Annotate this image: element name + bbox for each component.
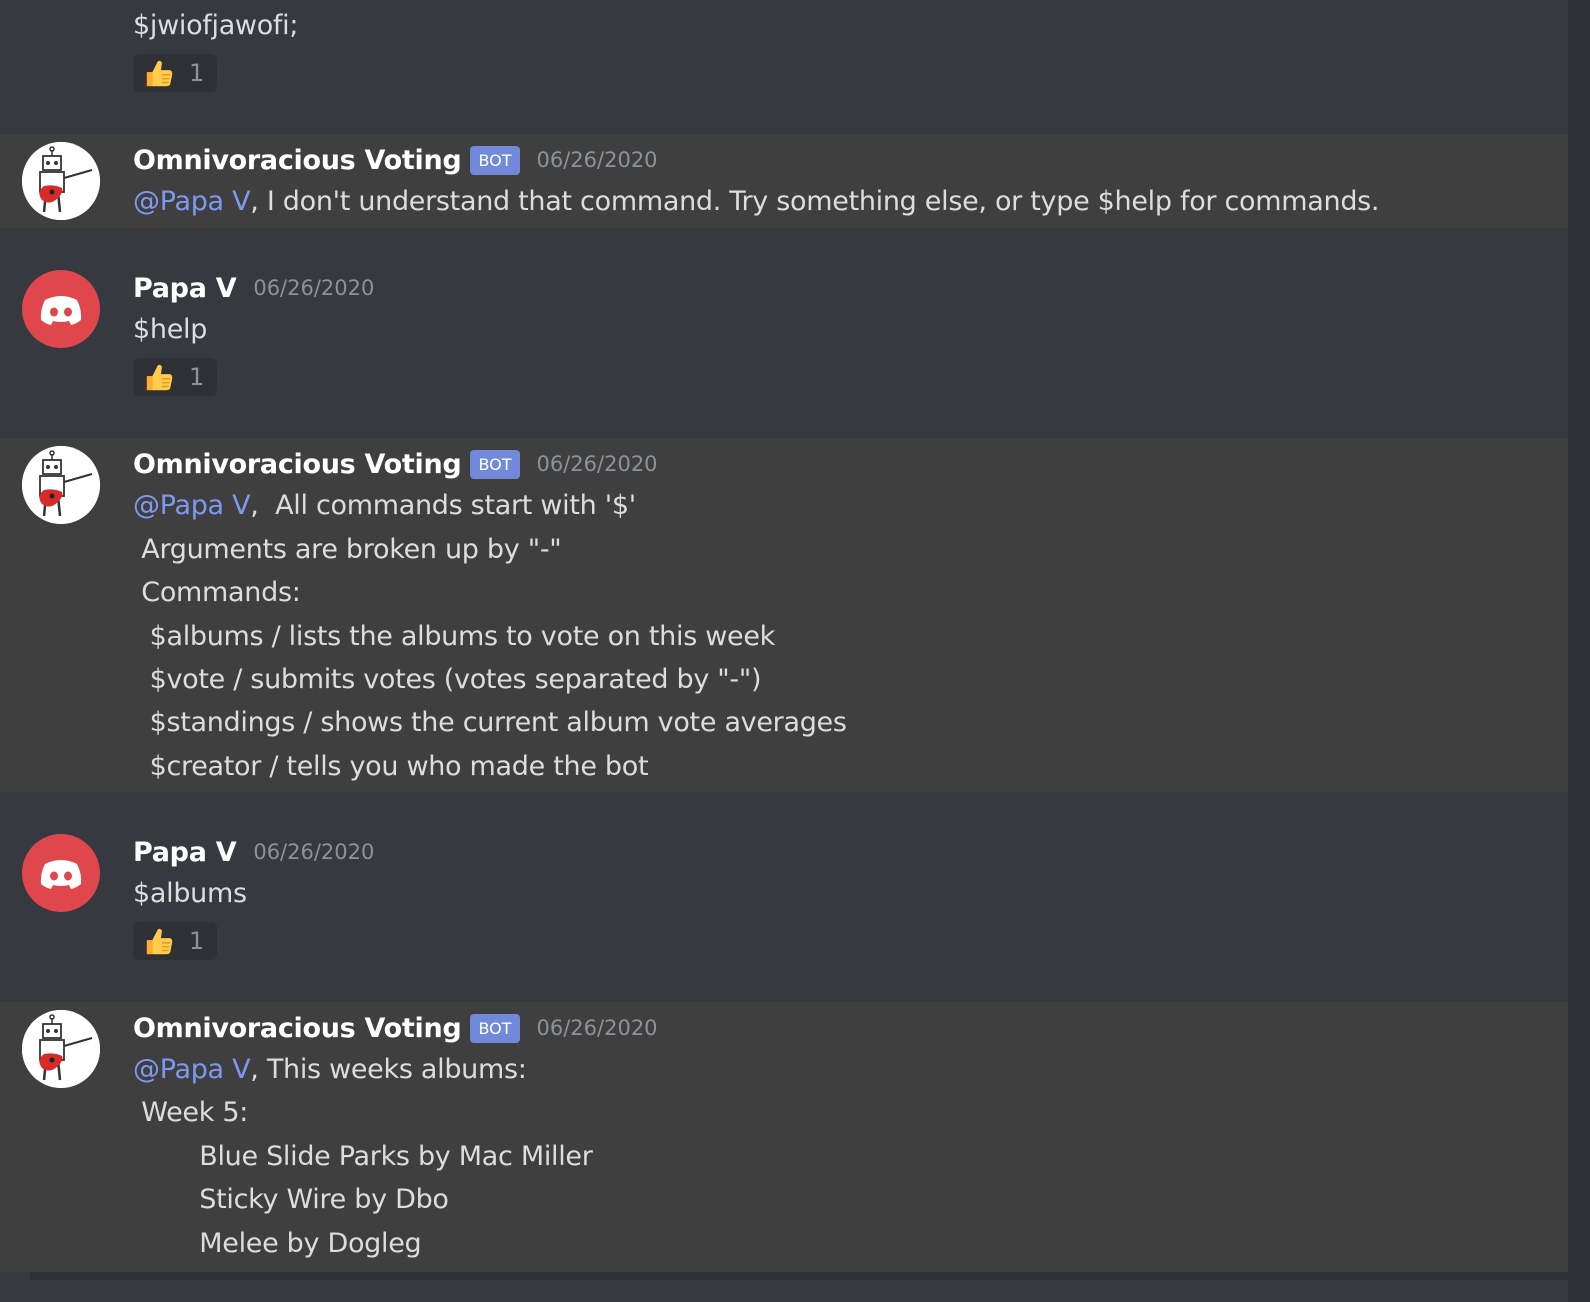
message-text: $standings / shows the current album vot… — [133, 707, 847, 738]
message-text: Melee by Dogleg — [133, 1228, 422, 1259]
thumbs-up-icon — [143, 360, 177, 394]
timestamp[interactable]: 06/26/2020 — [537, 452, 658, 476]
reaction-count: 1 — [189, 59, 205, 87]
user-mention[interactable]: @Papa V — [133, 490, 251, 521]
reaction-count: 1 — [189, 363, 205, 391]
bot-avatar[interactable] — [22, 1010, 100, 1088]
message-text: Commands: — [133, 577, 301, 608]
username[interactable]: Papa V — [133, 837, 237, 868]
message-text: Arguments are broken up by "-" — [133, 534, 562, 565]
thumbs-up-icon — [143, 56, 177, 90]
username[interactable]: Omnivoracious Voting — [133, 145, 462, 176]
scrollbar-track[interactable] — [1568, 0, 1590, 1302]
message-text: @Papa V, I don't understand that command… — [133, 184, 1380, 220]
user-message: Papa V 06/26/2020 $albums 1 — [0, 826, 1568, 966]
message-text: $help — [133, 314, 208, 345]
timestamp[interactable]: 06/26/2020 — [253, 276, 374, 300]
thumbs-up-icon — [143, 924, 177, 958]
message-input-edge — [30, 1272, 1568, 1280]
bot-message: Omnivoracious Voting BOT 06/26/2020 @Pap… — [0, 134, 1568, 228]
message-text: Sticky Wire by Dbo — [133, 1184, 449, 1215]
message-text: $vote / submits votes (votes separated b… — [133, 664, 762, 695]
robot-guitar-icon — [22, 1010, 100, 1088]
username[interactable]: Papa V — [133, 273, 237, 304]
discord-logo-icon — [40, 860, 82, 889]
reaction-thumbs-up[interactable]: 1 — [133, 922, 217, 960]
user-mention[interactable]: @Papa V — [133, 1054, 251, 1085]
message-text: $creator / tells you who made the bot — [133, 751, 649, 782]
bot-message: Omnivoracious Voting BOT 06/26/2020 @Pap… — [0, 438, 1568, 792]
discord-logo-icon — [40, 296, 82, 325]
timestamp[interactable]: 06/26/2020 — [253, 840, 374, 864]
user-avatar[interactable] — [22, 270, 100, 348]
username[interactable]: Omnivoracious Voting — [133, 1013, 462, 1044]
message-text: Week 5: — [133, 1097, 249, 1128]
reaction-thumbs-up[interactable]: 1 — [133, 358, 217, 396]
message-text: @Papa V, This weeks albums: — [133, 1052, 527, 1088]
message-text: $albums / lists the albums to vote on th… — [133, 621, 776, 652]
chat-messages: $jwiofjawofi; 1 Omnivoracious Voting BOT… — [0, 0, 1568, 1302]
message-header: Papa V 06/26/2020 — [133, 268, 374, 308]
user-mention[interactable]: @Papa V — [133, 186, 251, 217]
timestamp[interactable]: 06/26/2020 — [537, 1016, 658, 1040]
bot-tag: BOT — [470, 449, 520, 479]
bot-avatar[interactable] — [22, 142, 100, 220]
username[interactable]: Omnivoracious Voting — [133, 449, 462, 480]
message-header: Omnivoracious Voting BOT 06/26/2020 — [133, 444, 658, 484]
bot-tag: BOT — [470, 1013, 520, 1043]
robot-guitar-icon — [22, 142, 100, 220]
reaction-thumbs-up[interactable]: 1 — [133, 54, 217, 92]
message-text-content: , This weeks albums: — [250, 1054, 527, 1085]
message-header: Omnivoracious Voting BOT 06/26/2020 — [133, 1008, 658, 1048]
message-text-content: , I don't understand that command. Try s… — [250, 186, 1380, 217]
robot-guitar-icon — [22, 446, 100, 524]
user-avatar[interactable] — [22, 834, 100, 912]
bot-message: Omnivoracious Voting BOT 06/26/2020 @Pap… — [0, 1002, 1568, 1272]
message-text: @Papa V, All commands start with '$' — [133, 488, 636, 524]
message-header: Omnivoracious Voting BOT 06/26/2020 — [133, 140, 658, 180]
timestamp[interactable]: 06/26/2020 — [537, 148, 658, 172]
user-message: Papa V 06/26/2020 $help 1 — [0, 262, 1568, 402]
message-header: Papa V 06/26/2020 — [133, 832, 374, 872]
message-text: Blue Slide Parks by Mac Miller — [133, 1141, 593, 1172]
reaction-count: 1 — [189, 927, 205, 955]
message-text: $jwiofjawofi; — [133, 10, 299, 41]
message-text: $albums — [133, 878, 247, 909]
message-text-content: , All commands start with '$' — [250, 490, 636, 521]
bot-avatar[interactable] — [22, 446, 100, 524]
bot-tag: BOT — [470, 145, 520, 175]
